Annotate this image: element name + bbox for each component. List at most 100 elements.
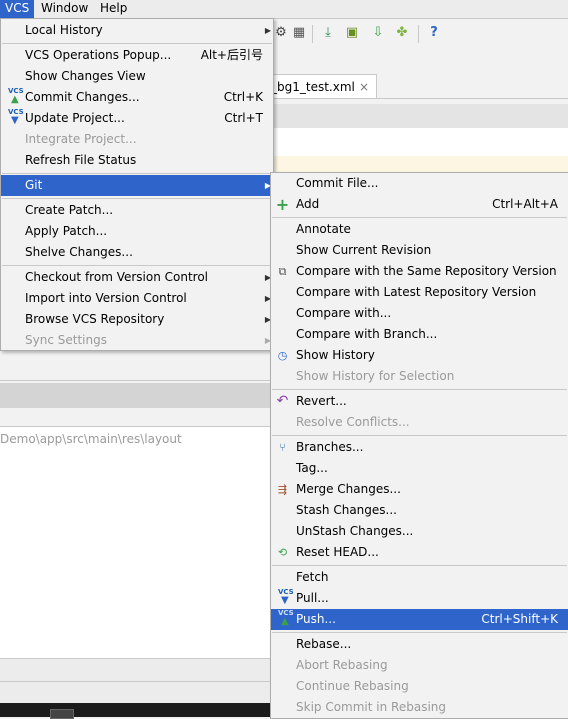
vcs-update-icon: VCS ▼ [5, 108, 24, 126]
menu-item-stash-changes[interactable]: Stash Changes... [271, 500, 568, 521]
menu-item-add[interactable]: + Add Ctrl+Alt+A [271, 194, 568, 215]
menu-item-label: Branches... [296, 440, 364, 454]
menu-item-label: Show Current Revision [296, 243, 432, 257]
taskbar-button[interactable] [50, 709, 74, 719]
menu-item-branches[interactable]: ⑂ Branches... [271, 437, 568, 458]
sdk-manager-icon[interactable]: ⇩ [370, 25, 386, 41]
close-icon[interactable]: × [359, 75, 369, 99]
menu-item-local-history[interactable]: Local History ▶ [1, 20, 273, 41]
menu-item-import-into-vcs[interactable]: Import into Version Control ▶ [1, 288, 273, 309]
menu-item-fetch[interactable]: Fetch [271, 567, 568, 588]
project-path: Demo\app\src\main\res\layout [0, 432, 182, 446]
toolbar-separator [418, 25, 419, 43]
add-icon: + [275, 195, 290, 214]
menu-item-shelve-changes[interactable]: Shelve Changes... [1, 242, 273, 263]
menu-item-browse-vcs-repository[interactable]: Browse VCS Repository ▶ [1, 309, 273, 330]
git-submenu: Commit File... + Add Ctrl+Alt+A Annotate… [270, 172, 568, 719]
menu-item-rebase[interactable]: Rebase... [271, 634, 568, 655]
menu-separator [272, 435, 567, 436]
help-icon[interactable]: ? [426, 25, 442, 41]
menu-item-show-history-for-selection: Show History for Selection [271, 366, 568, 387]
menu-item-label: Pull... [296, 591, 329, 605]
sync-icon[interactable]: ⤓ [320, 25, 336, 41]
toolbar-separator [312, 25, 313, 43]
menu-item-merge-changes[interactable]: ⇶ Merge Changes... [271, 479, 568, 500]
up-arrow-icon: ▲ [281, 616, 289, 627]
project-panel-header [0, 355, 270, 381]
menu-item-label: Abort Rebasing [296, 658, 388, 672]
menu-item-reset-head[interactable]: ⟲ Reset HEAD... [271, 542, 568, 563]
menu-item-label: Commit File... [296, 176, 379, 190]
history-icon: ◷ [277, 349, 288, 362]
status-bar [0, 681, 270, 704]
menu-item-apply-patch[interactable]: Apply Patch... [1, 221, 273, 242]
menu-item-create-patch[interactable]: Create Patch... [1, 200, 273, 221]
menu-vcs[interactable]: VCS [0, 0, 35, 18]
menu-item-label: Apply Patch... [25, 224, 108, 238]
menu-item-vcs-operations-popup[interactable]: VCS Operations Popup... Alt+后引号 [1, 45, 273, 66]
menu-item-label: Reset HEAD... [296, 545, 379, 559]
menu-help[interactable]: Help [95, 0, 132, 18]
menu-item-label: Checkout from Version Control [25, 270, 209, 284]
avd-manager-icon[interactable]: ▣ [344, 25, 360, 41]
menu-item-tag[interactable]: Tag... [271, 458, 568, 479]
menu-item-compare-with[interactable]: Compare with... [271, 303, 568, 324]
menu-item-label: Compare with Latest Repository Version [296, 285, 537, 299]
menu-item-annotate[interactable]: Annotate [271, 219, 568, 240]
menu-item-compare-same-repo-version[interactable]: ⧉ Compare with the Same Repository Versi… [271, 261, 568, 282]
compare-icon: ⧉ [278, 265, 287, 278]
menu-item-unstash-changes[interactable]: UnStash Changes... [271, 521, 568, 542]
menu-item-label: Rebase... [296, 637, 352, 651]
editor-current-line [270, 156, 568, 173]
menu-bar: VCS Window Help [0, 0, 568, 19]
menu-item-abort-rebasing: Abort Rebasing [271, 655, 568, 676]
wrench-icon[interactable]: ⚙ [273, 25, 289, 41]
menu-item-label: Shelve Changes... [25, 245, 133, 259]
menu-item-label: Local History [25, 23, 103, 37]
menu-separator [2, 198, 272, 199]
menu-item-label: UnStash Changes... [296, 524, 414, 538]
menu-item-compare-latest-repo-version[interactable]: Compare with Latest Repository Version [271, 282, 568, 303]
menu-item-pull[interactable]: VCS ▼ Pull... [271, 588, 568, 609]
menu-item-label: Show History for Selection [296, 369, 455, 383]
menu-item-git[interactable]: Git ▶ [1, 175, 273, 196]
menu-item-update-project[interactable]: VCS ▼ Update Project... Ctrl+T [1, 108, 273, 129]
editor-tab[interactable]: _bg1_test.xml × [270, 74, 377, 99]
menu-item-label: Import into Version Control [25, 291, 187, 305]
menu-item-integrate-project: Integrate Project... [1, 129, 273, 150]
branch-icon: ⑂ [279, 441, 286, 454]
vcs-menu: Local History ▶ VCS Operations Popup... … [0, 18, 274, 351]
editor-breadcrumb-bar [270, 104, 568, 128]
down-arrow-icon: ▼ [281, 595, 289, 606]
menu-separator [2, 173, 272, 174]
menu-separator [2, 43, 272, 44]
project-panel-toolbar [0, 383, 270, 408]
menu-item-commit-changes[interactable]: VCS ▲ Commit Changes... Ctrl+K [1, 87, 273, 108]
menu-item-resolve-conflicts: Resolve Conflicts... [271, 412, 568, 433]
menu-item-continue-rebasing: Continue Rebasing [271, 676, 568, 697]
submenu-arrow-icon: ▶ [264, 26, 271, 35]
os-taskbar [0, 703, 270, 719]
menu-item-checkout-from-vcs[interactable]: Checkout from Version Control ▶ [1, 267, 273, 288]
menu-item-label: Skip Commit in Rebasing [296, 700, 446, 714]
structure-icon[interactable]: ▦ [291, 25, 307, 41]
menu-item-show-current-revision[interactable]: Show Current Revision [271, 240, 568, 261]
menu-item-label: Integrate Project... [25, 132, 137, 146]
menu-item-show-history[interactable]: ◷ Show History [271, 345, 568, 366]
editor-area[interactable] [270, 128, 568, 156]
menu-item-label: Compare with the Same Repository Version [296, 264, 557, 278]
menu-item-push[interactable]: VCS ▲ Push... Ctrl+Shift+K [271, 609, 568, 630]
menu-item-shortcut: Ctrl+K [223, 90, 263, 104]
menu-item-skip-commit-in-rebasing: Skip Commit in Rebasing [271, 697, 568, 718]
project-tree[interactable]: Demo\app\src\main\res\layout [0, 426, 270, 659]
android-icon[interactable]: ✤ [394, 25, 410, 41]
menu-item-refresh-file-status[interactable]: Refresh File Status [1, 150, 273, 171]
menu-item-label: Commit Changes... [25, 90, 140, 104]
menu-item-show-changes-view[interactable]: Show Changes View [1, 66, 273, 87]
menu-item-revert[interactable]: ↶ Revert... [271, 391, 568, 412]
menu-item-compare-with-branch[interactable]: Compare with Branch... [271, 324, 568, 345]
menu-item-label: Add [296, 197, 320, 211]
menu-item-commit-file[interactable]: Commit File... [271, 173, 568, 194]
menu-window[interactable]: Window [36, 0, 93, 18]
menu-item-label: Browse VCS Repository [25, 312, 165, 326]
